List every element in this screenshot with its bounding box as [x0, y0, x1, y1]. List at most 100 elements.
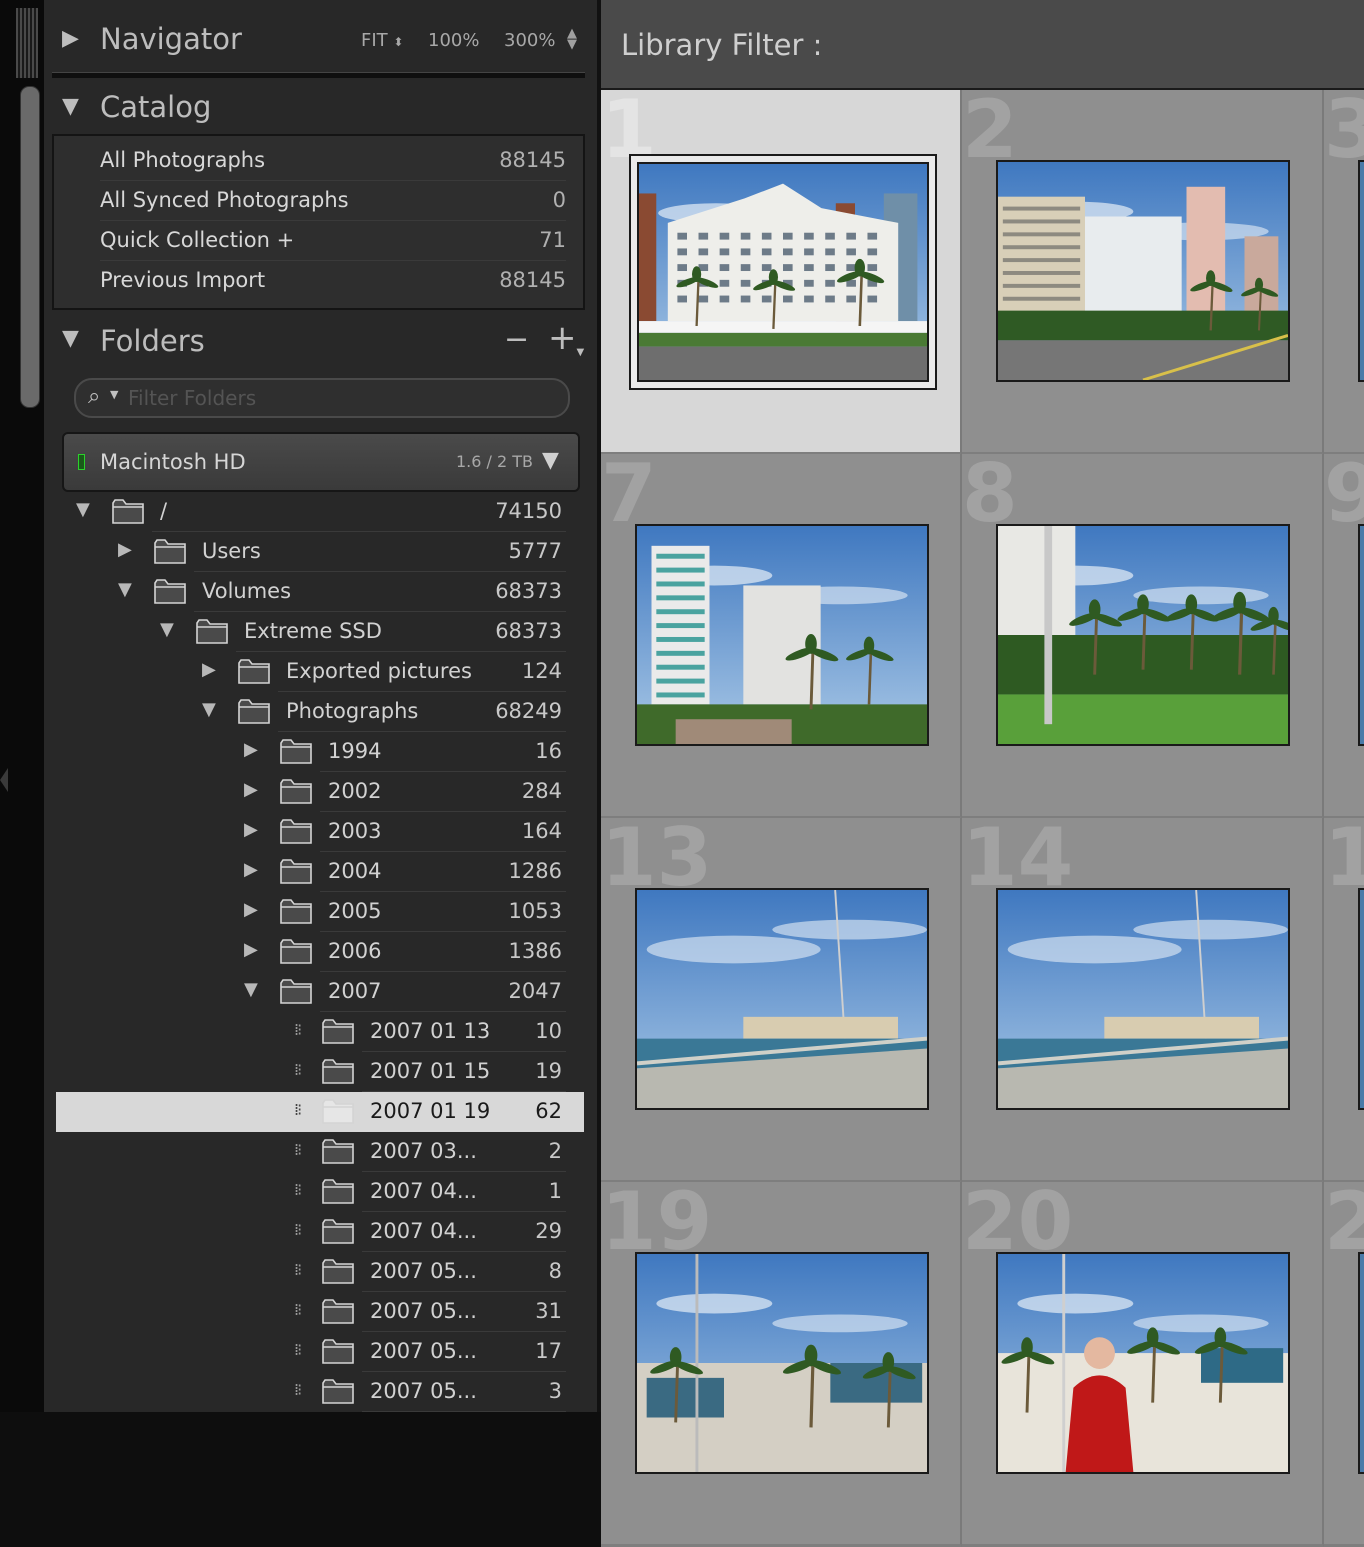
cell-index-number: 9	[1324, 454, 1364, 534]
photo-thumbnail[interactable]	[1358, 524, 1364, 746]
photo-thumbnail[interactable]	[996, 1252, 1290, 1474]
photo-grid-cell[interactable]: 2	[962, 90, 1324, 455]
folders-header[interactable]: ▼ Folders − +▼	[52, 314, 585, 368]
expand-triangle-icon[interactable]: ▶	[244, 819, 258, 840]
folder-row[interactable]: ⁞⁝ 2007 05... 17	[56, 1332, 584, 1372]
folder-row[interactable]: ⁞⁝ 2007 03... 2	[56, 1132, 584, 1172]
folder-row[interactable]: ⁞⁝ 2007 04... 29	[56, 1212, 584, 1252]
filter-folders-input[interactable]: ⌕ ▼ Filter Folders	[74, 378, 570, 418]
catalog-item-count: 88145	[499, 148, 566, 172]
folder-leaf-dots-icon: ⁞⁝	[294, 1140, 302, 1159]
photo-grid-cell[interactable]: 13	[601, 818, 962, 1183]
folder-row[interactable]: ▶ 2002 284	[56, 772, 584, 812]
photo-thumbnail[interactable]	[1358, 1252, 1364, 1474]
folder-row[interactable]: ▼ Photographs 68249	[56, 692, 584, 732]
collapse-triangle-icon[interactable]: ▼	[76, 499, 90, 520]
folder-row[interactable]: ▶ Users 5777	[56, 532, 584, 572]
photo-thumbnail[interactable]	[637, 162, 929, 382]
folder-row[interactable]: ⁞⁝ 2007 01 15 19	[56, 1052, 584, 1092]
collapse-panel-arrow-icon[interactable]	[0, 768, 8, 792]
volume-menu-triangle-icon[interactable]: ▼	[542, 448, 559, 473]
folder-count: 8	[548, 1259, 562, 1283]
folder-row[interactable]: ▼ Volumes 68373	[56, 572, 584, 612]
photo-thumbnail[interactable]	[996, 524, 1290, 746]
expand-triangle-icon[interactable]: ▶	[118, 539, 132, 560]
collapse-triangle-icon[interactable]: ▼	[244, 979, 258, 1000]
photo-grid-cell[interactable]: 1	[601, 90, 962, 455]
folder-row[interactable]: ▼ / 74150	[56, 492, 584, 532]
panel-scrollbar[interactable]	[20, 86, 40, 408]
catalog-header[interactable]: ▼ Catalog	[52, 82, 585, 132]
folder-row[interactable]: ⁞⁝ 2007 05... 8	[56, 1252, 584, 1292]
catalog-item-count: 0	[552, 188, 566, 212]
folder-row[interactable]: ▼ 2007 2047	[56, 972, 584, 1012]
collapse-triangle-icon[interactable]: ▼	[160, 619, 174, 640]
photo-grid-cell[interactable]: 15	[1324, 818, 1364, 1183]
cell-index-number: 20	[962, 1182, 1074, 1268]
catalog-item-quick-collection[interactable]: Quick Collection + 71	[100, 220, 566, 261]
folder-row[interactable]: ▶ 2003 164	[56, 812, 584, 852]
photo-grid-cell[interactable]: 7	[601, 454, 962, 819]
folder-icon	[322, 1018, 354, 1044]
folder-label: Extreme SSD	[244, 619, 382, 643]
navigator-header[interactable]: ▶ Navigator FIT ⬍ 100% 300% ▲ ▼	[52, 14, 585, 70]
photo-thumbnail[interactable]	[1358, 160, 1364, 382]
expand-triangle-icon[interactable]: ▶	[202, 659, 216, 680]
volume-header-macintosh-hd[interactable]: Macintosh HD 1.6 / 2 TB ▼	[62, 432, 580, 492]
collapse-triangle-icon[interactable]: ▼	[118, 579, 132, 600]
folder-row[interactable]: ⁞⁝ 2007 05... 31	[56, 1292, 584, 1332]
zoom-100-option[interactable]: 100%	[428, 30, 479, 51]
folder-row[interactable]: ⁞⁝ 2007 01 13 10	[56, 1012, 584, 1052]
collapse-triangle-icon[interactable]: ▼	[62, 94, 79, 119]
collapse-triangle-icon[interactable]: ▼	[62, 326, 79, 351]
folder-row[interactable]: ⁞⁝ 2007 01 19 62	[56, 1092, 584, 1132]
photo-grid-cell[interactable]: 19	[601, 1182, 962, 1547]
expand-triangle-icon[interactable]: ▶	[244, 739, 258, 760]
expand-triangle-icon[interactable]: ▶	[244, 859, 258, 880]
folder-row[interactable]: ▶ Exported pictures 124	[56, 652, 584, 692]
photo-grid-cell[interactable]: 20	[962, 1182, 1324, 1547]
photo-grid-cell[interactable]: 14	[962, 818, 1324, 1183]
folder-count: 3	[548, 1379, 562, 1403]
folder-row[interactable]: ⁞⁝ 2007 05... 3	[56, 1372, 584, 1412]
add-folder-button[interactable]: +▼	[548, 318, 584, 358]
search-options-chevron-icon[interactable]: ▼	[110, 388, 118, 401]
expand-triangle-icon[interactable]: ▶	[244, 779, 258, 800]
photo-thumbnail[interactable]	[996, 888, 1290, 1110]
folder-label: 1994	[328, 739, 382, 763]
folder-icon	[280, 818, 312, 844]
photo-grid-cell[interactable]: 8	[962, 454, 1324, 819]
photo-grid-cell[interactable]: 9	[1324, 454, 1364, 819]
folder-icon	[322, 1058, 354, 1084]
photo-thumbnail[interactable]	[996, 160, 1290, 382]
catalog-item-previous-import[interactable]: Previous Import 88145	[100, 260, 566, 300]
zoom-stepper-icon[interactable]: ▲ ▼	[567, 27, 577, 51]
collapse-triangle-icon[interactable]: ▼	[202, 699, 216, 720]
remove-folder-button[interactable]: −	[504, 322, 529, 357]
photo-thumbnail[interactable]	[635, 524, 929, 746]
zoom-fit-option[interactable]: FIT ⬍	[361, 30, 403, 51]
folder-row[interactable]: ⁞⁝ 2007 04... 1	[56, 1172, 584, 1212]
photo-grid-cell[interactable]: 3	[1324, 90, 1364, 455]
zoom-300-option[interactable]: 300%	[504, 30, 555, 51]
folder-row[interactable]: ▼ Extreme SSD 68373	[56, 612, 584, 652]
folder-label: Volumes	[202, 579, 292, 603]
expand-triangle-icon[interactable]: ▶	[244, 899, 258, 920]
panel-grip[interactable]	[16, 8, 38, 78]
photo-grid-cell[interactable]: 21	[1324, 1182, 1364, 1547]
library-filter-label[interactable]: Library Filter :	[621, 28, 822, 62]
catalog-item-count: 88145	[499, 268, 566, 292]
expand-triangle-icon[interactable]: ▶	[62, 26, 79, 51]
photo-thumbnail[interactable]	[635, 1252, 929, 1474]
folders-title: Folders	[100, 324, 205, 358]
folder-row[interactable]: ▶ 2006 1386	[56, 932, 584, 972]
catalog-item-all-photographs[interactable]: All Photographs 88145	[100, 140, 566, 181]
expand-triangle-icon[interactable]: ▶	[244, 939, 258, 960]
catalog-item-all-synced-photographs[interactable]: All Synced Photographs 0	[100, 180, 566, 221]
photo-thumbnail[interactable]	[1358, 888, 1364, 1110]
folder-row[interactable]: ▶ 1994 16	[56, 732, 584, 772]
photo-thumbnail[interactable]	[635, 888, 929, 1110]
folder-label: 2003	[328, 819, 382, 843]
folder-row[interactable]: ▶ 2004 1286	[56, 852, 584, 892]
folder-row[interactable]: ▶ 2005 1053	[56, 892, 584, 932]
